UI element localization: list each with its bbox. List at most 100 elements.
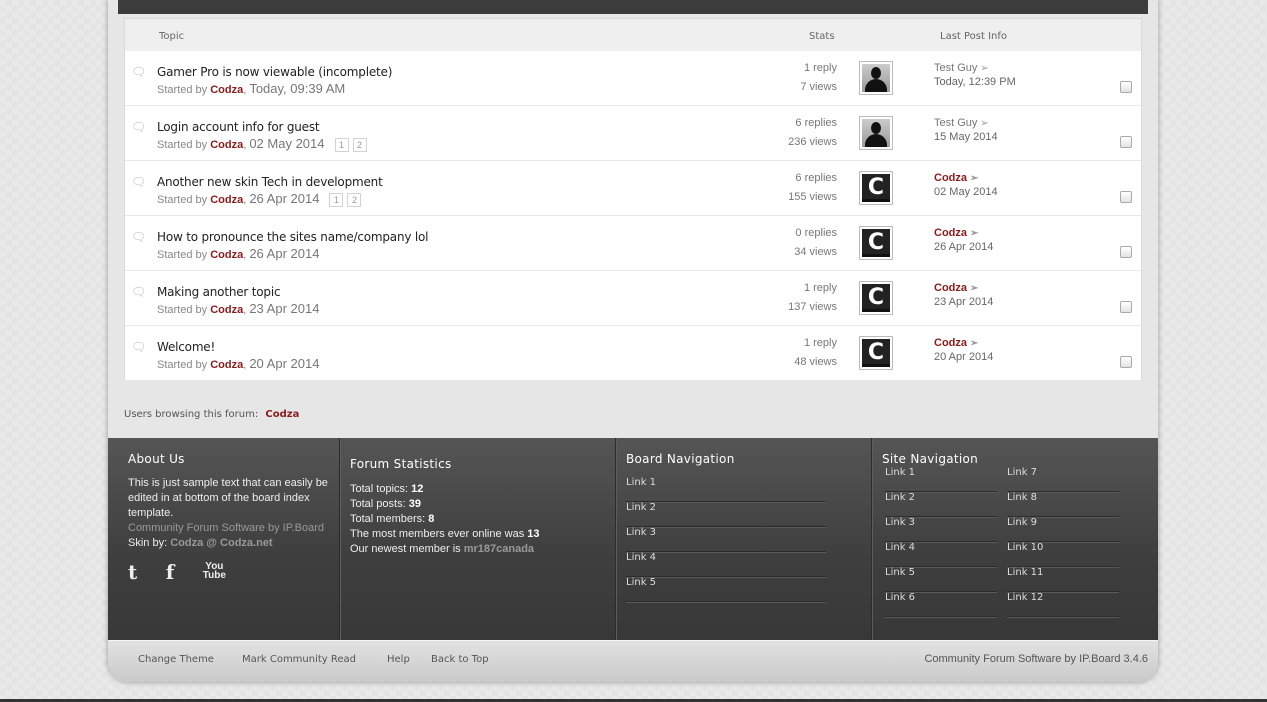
topic-started-by: Started by Codza, 20 Apr 2014 bbox=[157, 356, 320, 371]
footer-nav-link[interactable]: Link 1 bbox=[626, 477, 826, 502]
topic-replies: 6 replies bbox=[795, 172, 837, 184]
header-topic[interactable]: Topic bbox=[159, 31, 184, 42]
last-post-user[interactable]: Test Guy ➢ bbox=[934, 117, 989, 129]
skin-credit-link[interactable]: Codza @ Codza.net bbox=[170, 537, 272, 549]
page-jump-link[interactable]: 1 bbox=[329, 193, 344, 208]
user-avatar[interactable] bbox=[859, 116, 893, 150]
topic-title-link[interactable]: Another new skin Tech in development bbox=[157, 175, 383, 189]
footer-nav-link[interactable]: Link 1 bbox=[885, 467, 997, 492]
table-row[interactable]: 🗨 Gamer Pro is now viewable (incomplete)… bbox=[125, 51, 1141, 106]
facebook-icon[interactable]: f bbox=[166, 560, 175, 584]
footer-nav-link[interactable]: Link 6 bbox=[885, 592, 997, 617]
last-post-user-name[interactable]: Codza bbox=[934, 282, 967, 294]
table-row[interactable]: 🗨 How to pronounce the sites name/compan… bbox=[125, 216, 1141, 271]
avatar-letter: C bbox=[862, 284, 890, 312]
page-jump-link[interactable]: 1 bbox=[334, 138, 349, 153]
footer-nav-link[interactable]: Link 11 bbox=[1007, 567, 1119, 592]
user-avatar[interactable]: C bbox=[859, 281, 893, 315]
view-last-post-icon[interactable]: ➢ bbox=[970, 283, 978, 294]
topic-author-link[interactable]: Codza bbox=[210, 304, 243, 316]
last-post-user[interactable]: Test Guy ➢ bbox=[934, 62, 989, 74]
footer-nav-link[interactable]: Link 5 bbox=[885, 567, 997, 592]
user-avatar[interactable] bbox=[859, 61, 893, 95]
footer-nav-link[interactable]: Link 8 bbox=[1007, 492, 1119, 517]
view-last-post-icon[interactable]: ➢ bbox=[970, 173, 978, 184]
stat-total-posts: Total posts: 39 bbox=[350, 497, 610, 512]
moderation-checkbox[interactable] bbox=[1120, 301, 1132, 313]
footer-nav-link[interactable]: Link 2 bbox=[885, 492, 997, 517]
topic-author-link[interactable]: Codza bbox=[210, 84, 243, 96]
mark-read-link[interactable]: Mark Community Read bbox=[242, 654, 356, 665]
topic-author-link[interactable]: Codza bbox=[210, 249, 243, 261]
change-theme-link[interactable]: Change Theme bbox=[138, 654, 214, 665]
topic-replies: 6 replies bbox=[795, 117, 837, 129]
topic-date: 20 Apr 2014 bbox=[249, 356, 320, 371]
topic-title-link[interactable]: Gamer Pro is now viewable (incomplete) bbox=[157, 65, 392, 79]
footer-nav-link[interactable]: Link 5 bbox=[626, 577, 826, 602]
footer-board-navigation: Board Navigation Link 1 Link 2 Link 3 Link … bbox=[615, 438, 871, 640]
footer-nav-link[interactable]: Link 3 bbox=[885, 517, 997, 542]
footer-nav-link[interactable]: Link 12 bbox=[1007, 592, 1119, 617]
user-avatar[interactable]: C bbox=[859, 171, 893, 205]
footer-nav-link[interactable]: Link 2 bbox=[626, 502, 826, 527]
footer-nav-link[interactable]: Link 7 bbox=[1007, 467, 1119, 492]
moderation-checkbox[interactable] bbox=[1120, 191, 1132, 203]
moderation-checkbox[interactable] bbox=[1120, 81, 1132, 93]
last-post-user-name[interactable]: Codza bbox=[934, 227, 967, 239]
started-prefix: Started by bbox=[157, 304, 208, 316]
topic-author-link[interactable]: Codza bbox=[210, 194, 243, 206]
user-avatar[interactable]: C bbox=[859, 226, 893, 260]
table-row[interactable]: 🗨 Making another topic Started by Codza,… bbox=[125, 271, 1141, 326]
avatar-letter: C bbox=[862, 339, 890, 367]
moderation-checkbox[interactable] bbox=[1120, 136, 1132, 148]
last-post-user-name[interactable]: Codza bbox=[934, 337, 967, 349]
footer-nav-link[interactable]: Link 9 bbox=[1007, 517, 1119, 542]
last-post-user-name[interactable]: Test Guy bbox=[934, 62, 977, 74]
footer-nav-link[interactable]: Link 10 bbox=[1007, 542, 1119, 567]
topic-bubble-icon: 🗨 bbox=[131, 340, 147, 354]
last-post-user[interactable]: Codza ➢ bbox=[934, 282, 978, 294]
topic-title-link[interactable]: Welcome! bbox=[157, 340, 215, 354]
moderation-checkbox[interactable] bbox=[1120, 356, 1132, 368]
users-browsing-label: Users browsing this forum: bbox=[124, 409, 259, 420]
topic-date: 02 May 2014 bbox=[249, 136, 325, 151]
newest-member-link[interactable]: mr187canada bbox=[464, 543, 534, 555]
page-jump-link[interactable]: 2 bbox=[347, 193, 362, 208]
view-last-post-icon[interactable]: ➢ bbox=[970, 338, 978, 349]
footer-nav-link[interactable]: Link 3 bbox=[626, 527, 826, 552]
topic-title-link[interactable]: Making another topic bbox=[157, 285, 281, 299]
software-link[interactable]: Community Forum Software by IP.Board bbox=[128, 522, 324, 534]
user-avatar[interactable]: C bbox=[859, 336, 893, 370]
last-post-user[interactable]: Codza ➢ bbox=[934, 172, 978, 184]
topic-pages: 12 bbox=[334, 138, 371, 153]
topic-author-link[interactable]: Codza bbox=[210, 139, 243, 151]
table-row[interactable]: 🗨 Login account info for guest Started b… bbox=[125, 106, 1141, 161]
moderation-checkbox[interactable] bbox=[1120, 246, 1132, 258]
footer-nav-link[interactable]: Link 4 bbox=[885, 542, 997, 567]
table-row[interactable]: 🗨 Welcome! Started by Codza, 20 Apr 2014… bbox=[125, 326, 1141, 381]
last-post-user-name[interactable]: Test Guy bbox=[934, 117, 977, 129]
youtube-icon[interactable]: You Tube bbox=[203, 562, 250, 581]
back-to-top-link[interactable]: Back to Top bbox=[431, 654, 489, 665]
view-last-post-icon[interactable]: ➢ bbox=[980, 63, 988, 74]
last-post-user[interactable]: Codza ➢ bbox=[934, 337, 978, 349]
table-row[interactable]: 🗨 Another new skin Tech in development S… bbox=[125, 161, 1141, 216]
topic-title-link[interactable]: How to pronounce the sites name/company … bbox=[157, 230, 428, 244]
twitter-icon[interactable]: t bbox=[128, 560, 137, 584]
header-last-post[interactable]: Last Post Info bbox=[940, 31, 1007, 42]
last-post-user[interactable]: Codza ➢ bbox=[934, 227, 978, 239]
copyright[interactable]: Community Forum Software by IP.Board 3.4… bbox=[924, 653, 1148, 665]
stat-value: 39 bbox=[408, 498, 421, 510]
stat-label: Total topics: bbox=[350, 483, 409, 495]
page-jump-link[interactable]: 2 bbox=[352, 138, 367, 153]
skin-prefix: Skin by: bbox=[128, 537, 168, 549]
header-stats[interactable]: Stats bbox=[809, 31, 835, 42]
topic-author-link[interactable]: Codza bbox=[210, 359, 243, 371]
view-last-post-icon[interactable]: ➢ bbox=[970, 228, 978, 239]
view-last-post-icon[interactable]: ➢ bbox=[980, 118, 988, 129]
users-browsing-user[interactable]: Codza bbox=[265, 409, 299, 420]
topic-title-link[interactable]: Login account info for guest bbox=[157, 120, 320, 134]
footer-nav-link[interactable]: Link 4 bbox=[626, 552, 826, 577]
last-post-user-name[interactable]: Codza bbox=[934, 172, 967, 184]
help-link[interactable]: Help bbox=[387, 654, 410, 665]
